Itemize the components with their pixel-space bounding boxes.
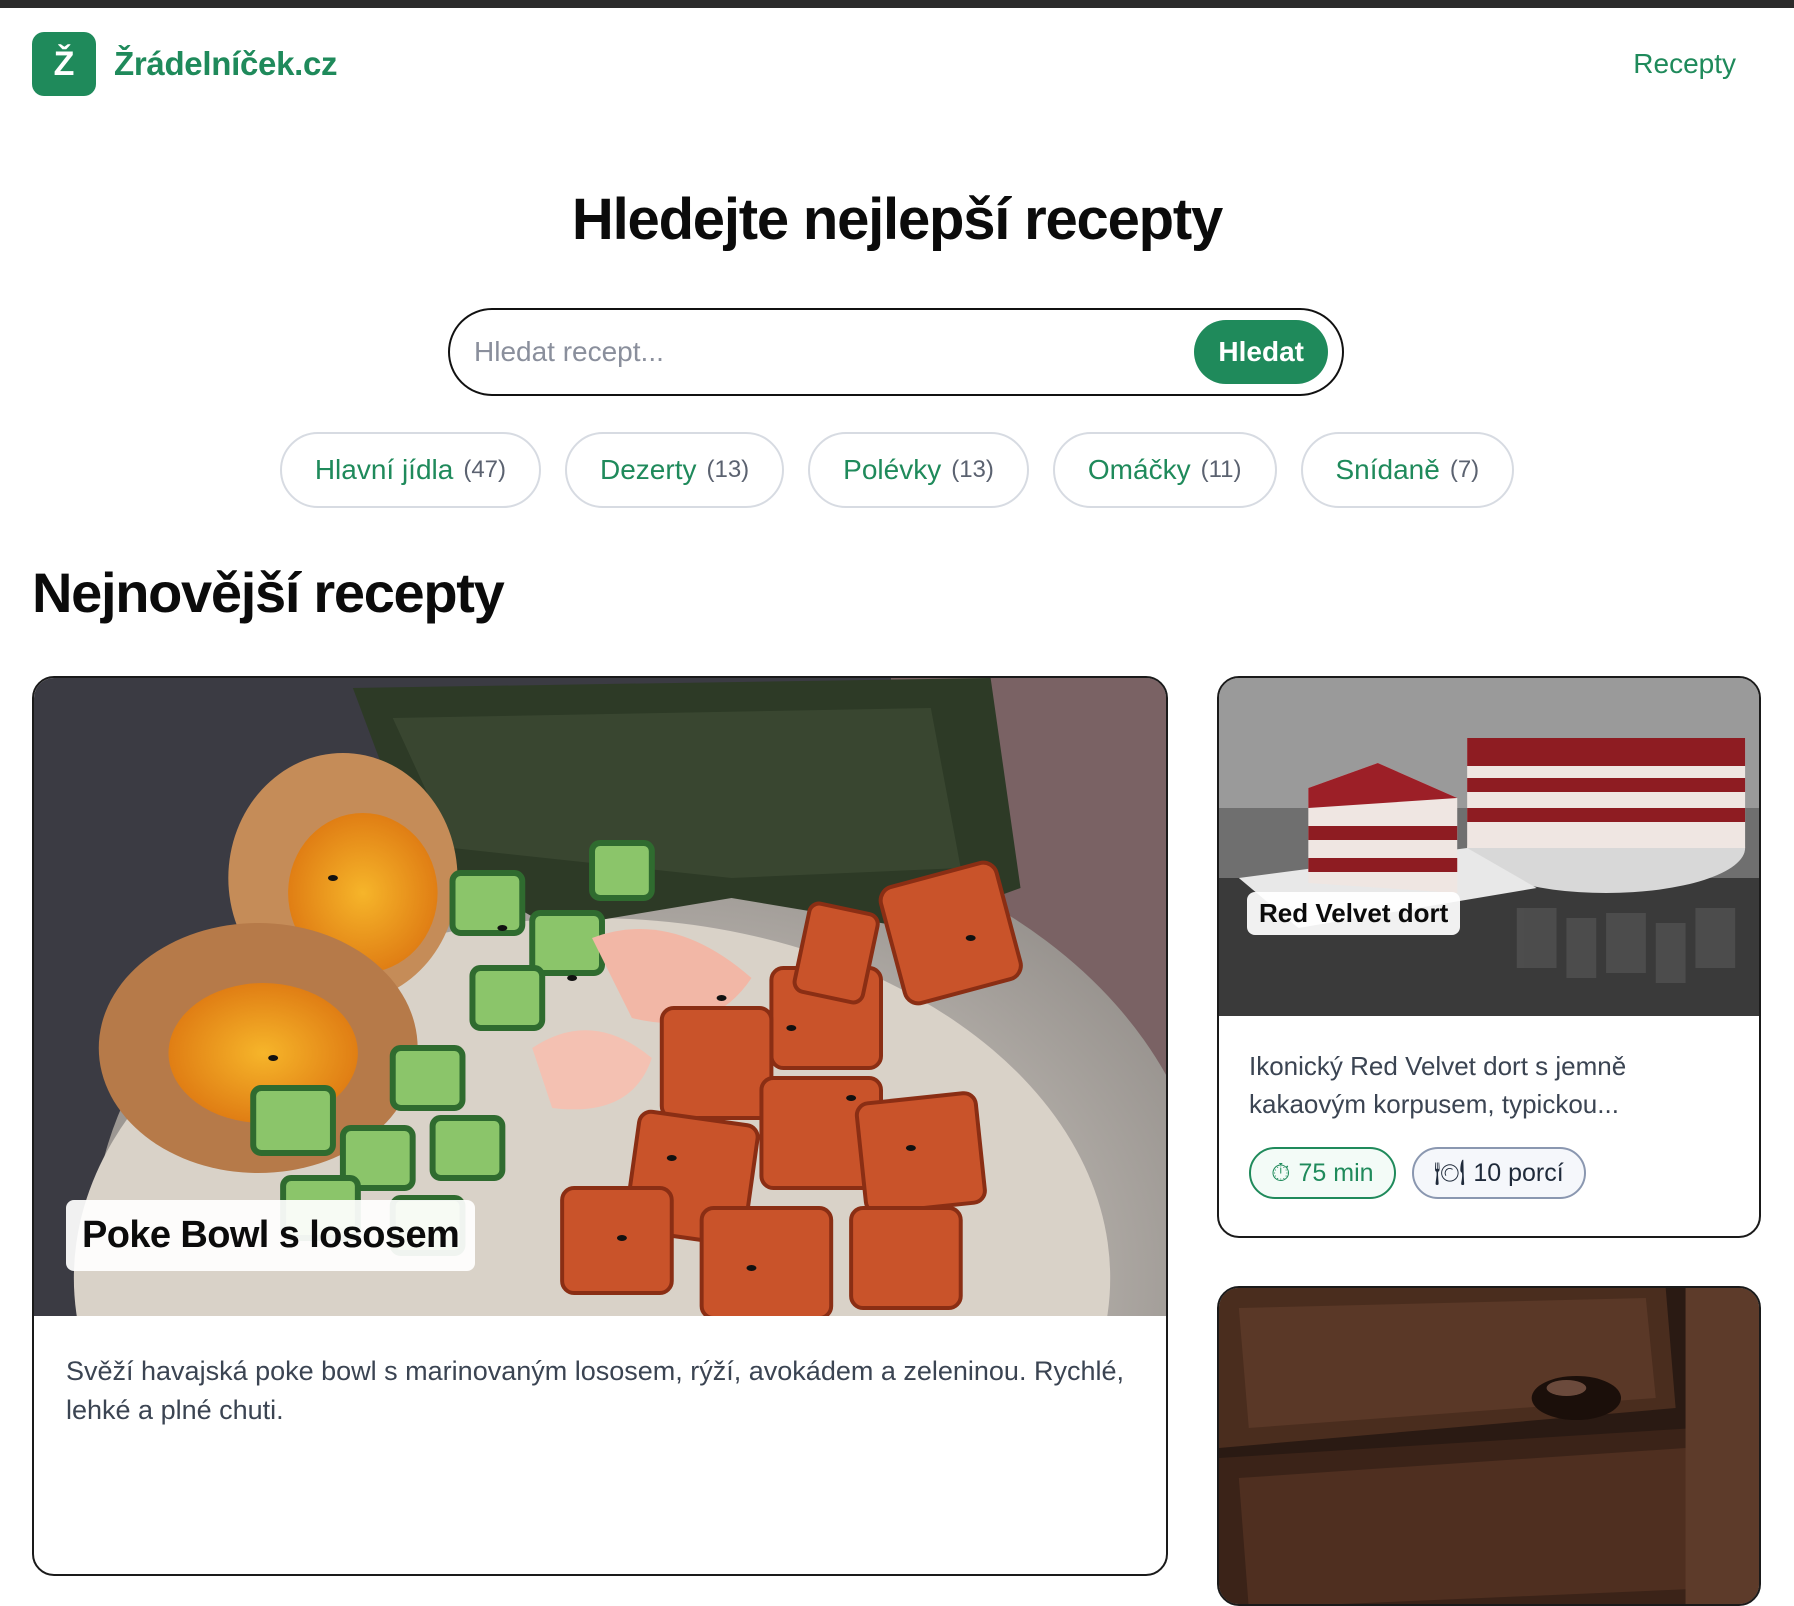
- recipe-meta-red-velvet: ⏱ 75 min 🍽 10 porcí: [1219, 1147, 1759, 1200]
- recipe-card-red-velvet[interactable]: Red Velvet dort Ikonický Red Velvet dort…: [1217, 676, 1761, 1238]
- recipe-image-brownie: [1219, 1288, 1759, 1604]
- logo-icon: Ž: [32, 32, 96, 96]
- stopwatch-icon: ⏱: [1271, 1158, 1291, 1187]
- brownie-photo: [1219, 1288, 1759, 1604]
- plate-icon: 🍽: [1433, 1158, 1466, 1187]
- recipe-image-red-velvet: Red Velvet dort: [1219, 678, 1759, 1016]
- category-label: Dezerty: [600, 454, 697, 485]
- category-count: (7): [1449, 456, 1480, 483]
- recipe-title-red-velvet: Red Velvet dort: [1247, 892, 1461, 935]
- search-form: Hledat: [448, 308, 1344, 396]
- red-velvet-photo: [1219, 678, 1759, 1016]
- nav-recipes-link[interactable]: Recepty: [1633, 48, 1736, 80]
- servings-value: 10 porcí: [1473, 1158, 1564, 1187]
- recipe-card-brownie[interactable]: [1217, 1286, 1761, 1606]
- brand-name: Žrádelníček.cz: [114, 45, 338, 82]
- featured-recipe-description: Svěží havajská poke bowl s marinovaným l…: [66, 1356, 1124, 1426]
- site-header: Ž Žrádelníček.cz Recepty: [0, 8, 1794, 120]
- category-chip-breakfast[interactable]: Snídaně (7): [1300, 432, 1515, 508]
- featured-recipe-card[interactable]: Poke Bowl s lososem Svěží havajská poke …: [32, 676, 1168, 1576]
- featured-recipe-title: Poke Bowl s lososem: [66, 1200, 476, 1271]
- top-border: [0, 0, 1794, 8]
- category-chip-main-dishes[interactable]: Hlavní jídla (47): [279, 432, 542, 508]
- category-label: Snídaně: [1335, 454, 1440, 485]
- category-chip-sauces[interactable]: Omáčky (11): [1052, 432, 1277, 508]
- category-count: (13): [951, 456, 994, 483]
- category-label: Hlavní jídla: [314, 454, 454, 485]
- category-count: (11): [1200, 456, 1242, 483]
- cook-time-value: 75 min: [1298, 1158, 1374, 1187]
- featured-recipe-image: Poke Bowl s lososem: [34, 678, 1166, 1316]
- servings-badge: 🍽 10 porcí: [1411, 1147, 1586, 1200]
- cook-time-badge: ⏱ 75 min: [1249, 1147, 1396, 1200]
- search-input[interactable]: [474, 336, 1195, 368]
- search-button[interactable]: Hledat: [1194, 320, 1328, 384]
- category-count: (47): [463, 456, 507, 483]
- category-count: (13): [706, 456, 750, 483]
- brand-logo-link[interactable]: Ž Žrádelníček.cz: [32, 32, 338, 96]
- category-chips: Hlavní jídla (47) Dezerty (13) Polévky (…: [0, 432, 1794, 508]
- category-label: Polévky: [843, 454, 942, 485]
- recipe-description-red-velvet: Ikonický Red Velvet dort s jemně kakaový…: [1249, 1051, 1627, 1119]
- category-chip-desserts[interactable]: Dezerty (13): [565, 432, 785, 508]
- hero-title: Hledejte nejlepší recepty: [571, 187, 1223, 252]
- latest-recipes-title: Nejnovější recepty: [32, 561, 505, 624]
- category-label: Omáčky: [1087, 454, 1191, 485]
- category-chip-soups[interactable]: Polévky (13): [808, 432, 1029, 508]
